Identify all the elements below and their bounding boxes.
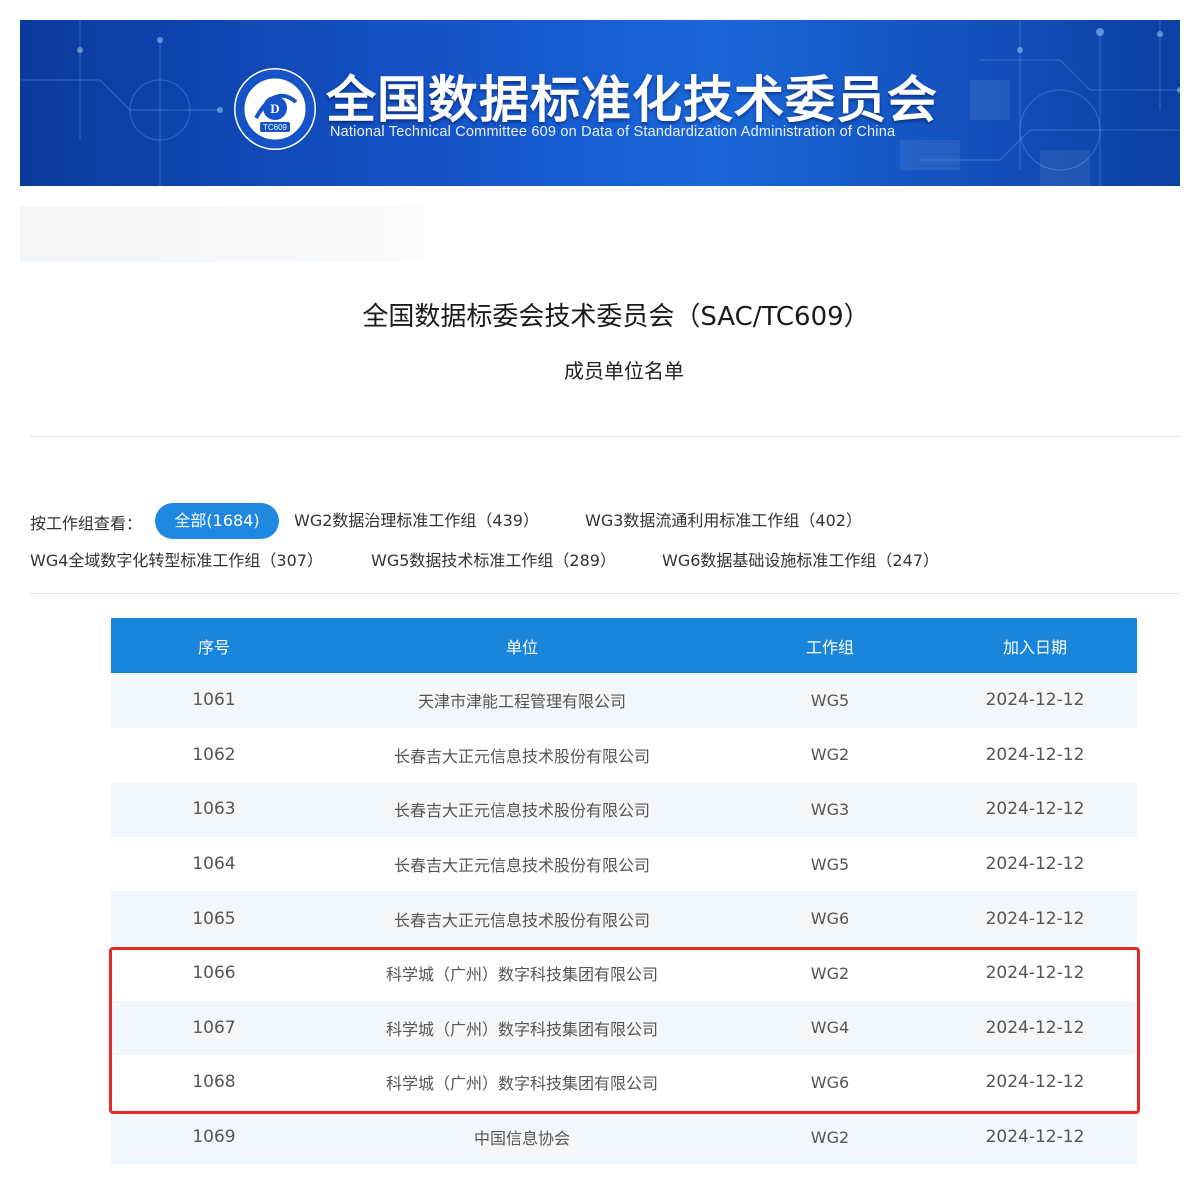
svg-text:D: D xyxy=(270,101,279,116)
cell-date: 2024-12-12 xyxy=(985,799,1085,820)
filter-chip-wg4[interactable]: WG4全域数字化转型标准工作组（307） xyxy=(30,551,323,571)
cell-date: 2024-12-12 xyxy=(985,963,1085,984)
table-row: 1066 科学城（广州）数字科技集团有限公司 WG2 2024-12-12 xyxy=(111,945,1137,1001)
column-header-unit: 单位 xyxy=(505,637,538,657)
table-row: 1068 科学城（广州）数字科技集团有限公司 WG6 2024-12-12 xyxy=(111,1055,1137,1110)
cell-no: 1067 xyxy=(192,1017,236,1038)
breadcrumb-bar xyxy=(20,206,480,262)
cell-unit: 长春吉大正元信息技术股份有限公司 xyxy=(393,746,650,766)
cell-unit: 科学城（广州）数字科技集团有限公司 xyxy=(385,1019,658,1039)
svg-text:TC609: TC609 xyxy=(263,123,288,132)
cell-no: 1062 xyxy=(192,744,236,765)
cell-date: 2024-12-12 xyxy=(985,690,1085,711)
cell-no: 1065 xyxy=(192,908,236,929)
divider xyxy=(30,436,1180,437)
member-table: 序号 单位 工作组 加入日期 1061 天津市津能工程管理有限公司 WG5 20… xyxy=(111,618,1137,1165)
column-header-group: 工作组 xyxy=(805,637,854,657)
cell-no: 1068 xyxy=(192,1072,236,1093)
cell-group: WG5 xyxy=(810,690,850,710)
filter-chip-all[interactable]: 全部(1684) xyxy=(155,503,279,539)
cell-group: WG2 xyxy=(810,745,850,765)
table-row: 1063 长春吉大正元信息技术股份有限公司 WG3 2024-12-12 xyxy=(111,782,1137,837)
banner-subtitle: National Technical Committee 609 on Data… xyxy=(330,124,896,140)
cell-unit: 科学城（广州）数字科技集团有限公司 xyxy=(385,965,658,985)
cell-no: 1066 xyxy=(192,963,236,984)
filter-chip-wg5[interactable]: WG5数据技术标准工作组（289） xyxy=(371,551,616,571)
table-row: 1064 长春吉大正元信息技术股份有限公司 WG5 2024-12-12 xyxy=(111,836,1137,892)
cell-date: 2024-12-12 xyxy=(985,1072,1085,1093)
filter-label: 按工作组查看： xyxy=(30,514,143,533)
banner-title: 全国数据标准化技术委员会 xyxy=(326,71,938,129)
site-banner: D TC609 全国数据标准化技术委员会 National Technical … xyxy=(20,20,1180,186)
table-row: 1067 科学城（广州）数字科技集团有限公司 WG4 2024-12-12 xyxy=(111,1000,1137,1056)
table-row: 1065 长春吉大正元信息技术股份有限公司 WG6 2024-12-12 xyxy=(111,891,1137,946)
cell-no: 1064 xyxy=(192,854,236,875)
cell-unit: 长春吉大正元信息技术股份有限公司 xyxy=(393,801,650,821)
cell-no: 1069 xyxy=(192,1127,236,1148)
table-header-row: 序号 单位 工作组 加入日期 xyxy=(111,618,1137,673)
table-row: 1069 中国信息协会 WG2 2024-12-12 xyxy=(111,1109,1137,1165)
cell-group: WG6 xyxy=(810,909,850,929)
cell-unit: 长春吉大正元信息技术股份有限公司 xyxy=(393,856,650,876)
page-subtitle: 成员单位名单 xyxy=(564,359,684,383)
cell-unit: 中国信息协会 xyxy=(473,1129,570,1149)
cell-date: 2024-12-12 xyxy=(985,908,1085,929)
cell-date: 2024-12-12 xyxy=(985,1017,1085,1038)
cell-date: 2024-12-12 xyxy=(985,1127,1085,1148)
cell-unit: 天津市津能工程管理有限公司 xyxy=(417,692,626,712)
cell-unit: 科学城（广州）数字科技集团有限公司 xyxy=(385,1074,658,1094)
filter-chip-wg2[interactable]: WG2数据治理标准工作组（439） xyxy=(294,511,539,531)
cell-group: WG6 xyxy=(810,1072,850,1092)
cell-unit: 长春吉大正元信息技术股份有限公司 xyxy=(393,910,650,930)
page-title: 全国数据标委会技术委员会（SAC/TC609） xyxy=(362,302,870,332)
cell-no: 1063 xyxy=(192,799,236,820)
cell-group: WG4 xyxy=(810,1018,850,1038)
column-header-no: 序号 xyxy=(197,637,230,657)
table-row: 1061 天津市津能工程管理有限公司 WG5 2024-12-12 xyxy=(111,673,1137,728)
filter-chip-wg6[interactable]: WG6数据基础设施标准工作组（247） xyxy=(662,551,939,571)
cell-group: WG2 xyxy=(810,963,850,983)
cell-date: 2024-12-12 xyxy=(985,854,1085,875)
divider xyxy=(30,593,1180,594)
filter-chip-wg3[interactable]: WG3数据流通利用标准工作组（402） xyxy=(585,511,862,531)
cell-group: WG2 xyxy=(810,1127,850,1147)
cell-no: 1061 xyxy=(192,690,236,711)
cell-date: 2024-12-12 xyxy=(985,744,1085,765)
table-row: 1062 长春吉大正元信息技术股份有限公司 WG2 2024-12-12 xyxy=(111,727,1137,783)
tc609-logo-icon: D TC609 xyxy=(234,68,316,150)
cell-group: WG3 xyxy=(810,799,850,819)
column-header-date: 加入日期 xyxy=(1002,637,1067,657)
cell-group: WG5 xyxy=(810,854,850,874)
